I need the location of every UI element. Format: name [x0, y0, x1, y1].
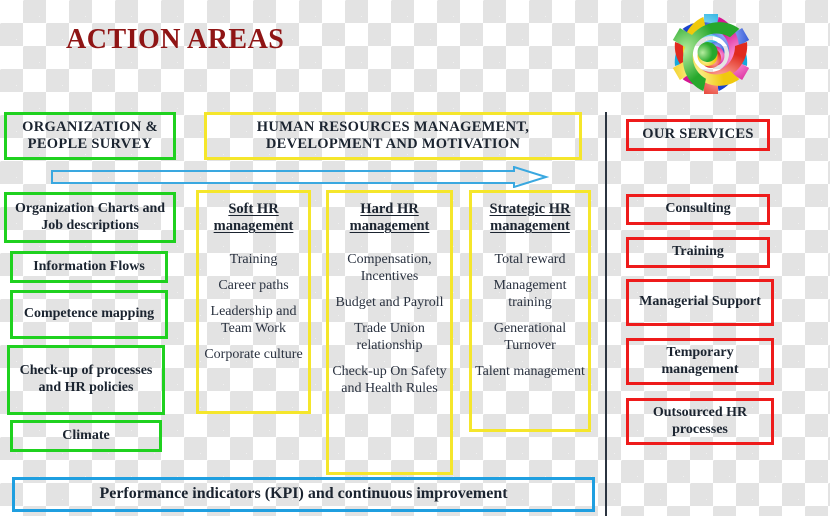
left-item-climate: Climate — [10, 420, 162, 452]
service-item-temporary-management: Temporary management — [626, 338, 774, 385]
service-item-training: Training — [626, 237, 770, 268]
header-right-label: OUR SERVICES — [642, 126, 754, 143]
service-item-label: Training — [672, 244, 724, 260]
logo-svg — [672, 14, 750, 94]
pillar-item: Total reward — [494, 251, 566, 267]
pillar-item: Trade Union relationship — [354, 321, 425, 354]
page-title: ACTION AREAS — [66, 24, 285, 55]
service-item-outsourced-hr-processes: Outsourced HR processes — [626, 398, 774, 445]
left-item-label: Climate — [62, 427, 110, 443]
pillar-item: Leadership and Team Work — [210, 303, 297, 337]
teamwork-people-circle-logo — [655, 2, 767, 110]
service-item-label: Managerial Support — [639, 294, 761, 310]
pillar-hard-hr-management: Hard HR management Compensation, Incenti… — [326, 190, 453, 475]
pillar-soft-hr-management: Soft HR management Training Career paths… — [196, 190, 311, 414]
pillar-item: Management training — [493, 277, 567, 310]
rightward-flow-arrow — [50, 165, 550, 189]
pillar-item: Compensation, Incentives — [347, 251, 432, 284]
pillar-heading: Hard HR management — [349, 201, 430, 235]
service-item-label: Consulting — [665, 201, 731, 217]
pillar-item: Budget and Payroll — [335, 294, 444, 310]
service-item-consulting: Consulting — [626, 194, 770, 225]
pillar-item: Training — [229, 251, 278, 267]
vertical-divider — [605, 112, 607, 516]
flow-arrow-svg — [51, 165, 550, 189]
pillar-item: Career paths — [218, 277, 289, 293]
service-item-label: Temporary management — [661, 344, 739, 377]
diagram-canvas: ACTION AREAS ORGANIZATION & PEOPLE SURVE… — [0, 0, 830, 516]
pillar-item: Generational Turnover — [493, 321, 567, 354]
service-item-managerial-support: Managerial Support — [626, 279, 774, 326]
footer-kpi-label: Performance indicators (KPI) and continu… — [99, 485, 508, 503]
left-item-checkup-processes-hr-policies: Check-up of processes and HR policies — [7, 345, 165, 415]
left-item-label: Organization Charts and Job descriptions — [14, 200, 166, 233]
left-item-competence-mapping: Competence mapping — [10, 290, 168, 339]
header-our-services: OUR SERVICES — [626, 119, 770, 151]
header-organization-people-survey: ORGANIZATION & PEOPLE SURVEY — [4, 112, 176, 160]
pillar-item: Corporate culture — [204, 347, 303, 363]
header-center-label: HUMAN RESOURCES MANAGEMENT, DEVELOPMENT … — [256, 118, 530, 152]
left-item-label: Check-up of processes and HR policies — [19, 363, 153, 395]
pillar-heading: Strategic HR management — [489, 201, 571, 235]
pillar-item: Talent management — [475, 364, 585, 380]
pillar-heading: Soft HR management — [213, 201, 294, 235]
footer-kpi-bar: Performance indicators (KPI) and continu… — [12, 477, 595, 512]
left-item-label: Information Flows — [33, 258, 145, 274]
service-item-label: Outsourced HR processes — [652, 404, 748, 437]
left-item-information-flows: Information Flows — [10, 251, 168, 283]
pillar-strategic-hr-management: Strategic HR management Total reward Man… — [469, 190, 591, 432]
header-hr-management: HUMAN RESOURCES MANAGEMENT, DEVELOPMENT … — [204, 112, 582, 160]
left-item-label: Competence mapping — [23, 306, 155, 322]
left-item-organization-charts: Organization Charts and Job descriptions — [4, 192, 176, 243]
pillar-item: Check-up On Safety and Health Rules — [332, 364, 447, 397]
header-left-label: ORGANIZATION & PEOPLE SURVEY — [22, 118, 158, 152]
